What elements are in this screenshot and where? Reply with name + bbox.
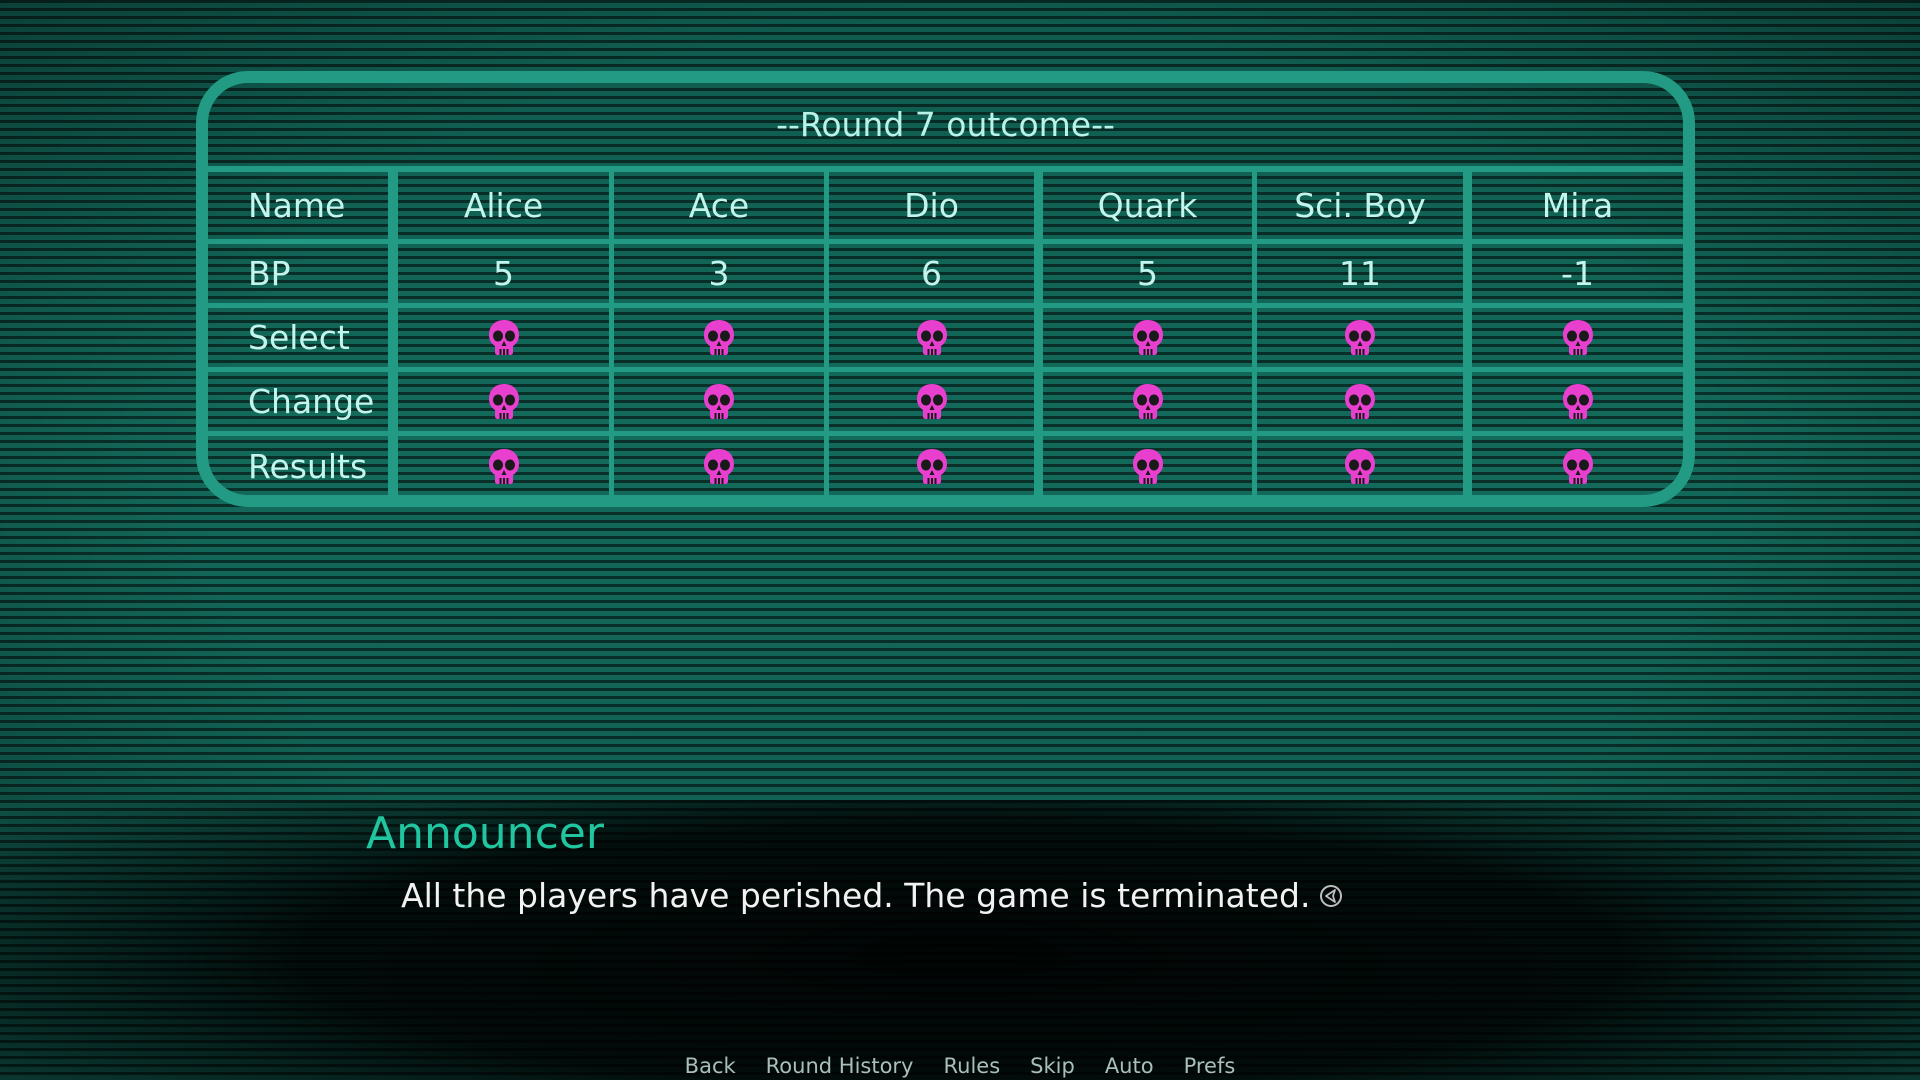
auto-button[interactable]: Auto: [1090, 1054, 1169, 1078]
round-outcome-board: --Round 7 outcome-- Name Alice Ace Dio Q…: [196, 71, 1695, 507]
player-name: Alice: [398, 172, 614, 244]
select-skull-cell: [1043, 308, 1257, 372]
change-skull-cell: [829, 372, 1043, 436]
skull-icon: [1562, 383, 1593, 419]
row-label-select: Select: [208, 308, 398, 372]
skull-icon: [704, 383, 734, 419]
player-bp: 3: [614, 244, 829, 308]
outcome-table: Name Alice Ace Dio Quark Sci. Boy Mira B…: [208, 172, 1683, 495]
player-name: Mira: [1472, 172, 1683, 244]
player-bp: 11: [1257, 244, 1472, 308]
skull-icon: [488, 319, 519, 355]
speaker-name: Announcer: [366, 808, 604, 859]
select-skull-cell: [614, 308, 829, 372]
player-bp: 5: [1043, 244, 1257, 308]
skull-icon: [1345, 383, 1375, 419]
change-skull-cell: [614, 372, 829, 436]
results-skull-cell: [1043, 436, 1257, 495]
prefs-button[interactable]: Prefs: [1169, 1054, 1251, 1078]
skull-icon: [704, 448, 734, 484]
skull-icon: [1345, 448, 1375, 484]
row-label-name: Name: [208, 172, 398, 244]
quick-menu: Back Round History Rules Skip Auto Prefs: [0, 1054, 1920, 1078]
player-name: Dio: [829, 172, 1043, 244]
skip-button[interactable]: Skip: [1015, 1054, 1090, 1078]
skull-icon: [1132, 448, 1163, 484]
skull-icon: [1345, 319, 1375, 355]
results-skull-cell: [614, 436, 829, 495]
results-skull-cell: [398, 436, 614, 495]
change-skull-cell: [398, 372, 614, 436]
select-skull-cell: [1472, 308, 1683, 372]
row-label-change: Change: [208, 372, 398, 436]
change-skull-cell: [1043, 372, 1257, 436]
rules-button[interactable]: Rules: [929, 1054, 1016, 1078]
player-bp: 5: [398, 244, 614, 308]
skull-icon: [1562, 448, 1593, 484]
row-label-bp: BP: [208, 244, 398, 308]
player-name: Quark: [1043, 172, 1257, 244]
results-skull-cell: [829, 436, 1043, 495]
player-name: Sci. Boy: [1257, 172, 1472, 244]
skull-icon: [916, 448, 947, 484]
skull-icon: [704, 319, 734, 355]
click-to-continue-icon: [1320, 884, 1343, 907]
results-skull-cell: [1257, 436, 1472, 495]
round-history-button[interactable]: Round History: [751, 1054, 929, 1078]
skull-icon: [1562, 319, 1593, 355]
dialogue-window[interactable]: [0, 800, 1920, 1080]
skull-icon: [488, 448, 519, 484]
skull-icon: [1132, 383, 1163, 419]
skull-icon: [488, 383, 519, 419]
skull-icon: [916, 319, 947, 355]
back-button[interactable]: Back: [670, 1054, 751, 1078]
select-skull-cell: [829, 308, 1043, 372]
skull-icon: [1132, 319, 1163, 355]
board-title: --Round 7 outcome--: [208, 83, 1683, 172]
player-bp: -1: [1472, 244, 1683, 308]
skull-icon: [916, 383, 947, 419]
select-skull-cell: [1257, 308, 1472, 372]
dialogue-line[interactable]: All the players have perished. The game …: [401, 876, 1344, 915]
results-skull-cell: [1472, 436, 1683, 495]
player-name: Ace: [614, 172, 829, 244]
select-skull-cell: [398, 308, 614, 372]
change-skull-cell: [1472, 372, 1683, 436]
dialogue-text: All the players have perished. The game …: [401, 876, 1311, 915]
player-bp: 6: [829, 244, 1043, 308]
change-skull-cell: [1257, 372, 1472, 436]
row-label-results: Results: [208, 436, 398, 495]
